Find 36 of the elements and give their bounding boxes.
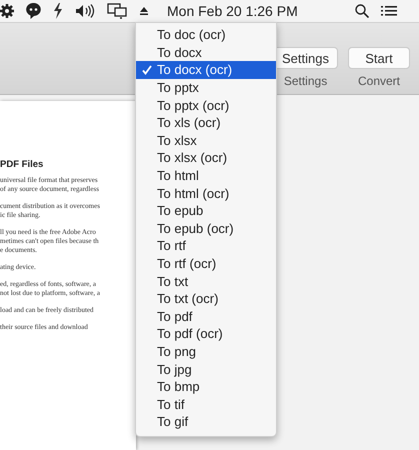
toolbar-caption: Convert (358, 74, 400, 88)
search-icon[interactable] (355, 4, 369, 18)
speech-bubble-icon[interactable] (26, 3, 41, 19)
menu-item[interactable]: To gif (136, 413, 276, 431)
menu-item[interactable]: To html (136, 166, 276, 184)
menu-item[interactable]: To html (ocr) (136, 184, 276, 202)
menu-item[interactable]: To epub (136, 202, 276, 220)
menu-item[interactable]: To bmp (136, 378, 276, 396)
eject-icon[interactable] (139, 6, 149, 16)
menu-item[interactable]: To pdf (136, 308, 276, 326)
document-heading: PDF Files (0, 159, 44, 170)
list-icon[interactable] (381, 5, 397, 17)
menu-item[interactable]: To txt (ocr) (136, 290, 276, 308)
menu-item[interactable]: To tif (136, 395, 276, 414)
menu-item[interactable]: To jpg (136, 360, 276, 378)
toolbar-caption: Settings (284, 74, 328, 88)
menu-item[interactable]: To epub (ocr) (136, 220, 276, 238)
menu-item[interactable]: To rtf (ocr) (136, 254, 276, 272)
bolt-icon[interactable] (53, 3, 63, 19)
menu-item[interactable]: To xlsx (ocr) (136, 149, 276, 167)
menu-item[interactable]: To doc (ocr) (136, 26, 276, 44)
menu-item[interactable]: To xls (ocr) (136, 114, 276, 132)
gear-icon[interactable] (0, 4, 14, 18)
menu-item[interactable]: To pptx (ocr) (136, 96, 276, 114)
menu-item[interactable]: To docx (136, 44, 276, 62)
menu-item[interactable]: To txt (136, 272, 276, 290)
menu-item[interactable]: To docx (ocr) (136, 61, 276, 79)
menu-item[interactable]: To pdf (ocr) (136, 325, 276, 343)
menu-item[interactable]: To png (136, 342, 276, 360)
checkmark-icon (142, 65, 152, 76)
menu-item[interactable]: To pptx (136, 78, 276, 96)
speaker-icon[interactable] (75, 4, 95, 18)
menu-item[interactable]: To xlsx (136, 132, 276, 150)
menu-item[interactable]: To rtf (136, 237, 276, 255)
toolbar-button[interactable]: Start (348, 47, 410, 69)
display-icon[interactable] (107, 3, 127, 19)
